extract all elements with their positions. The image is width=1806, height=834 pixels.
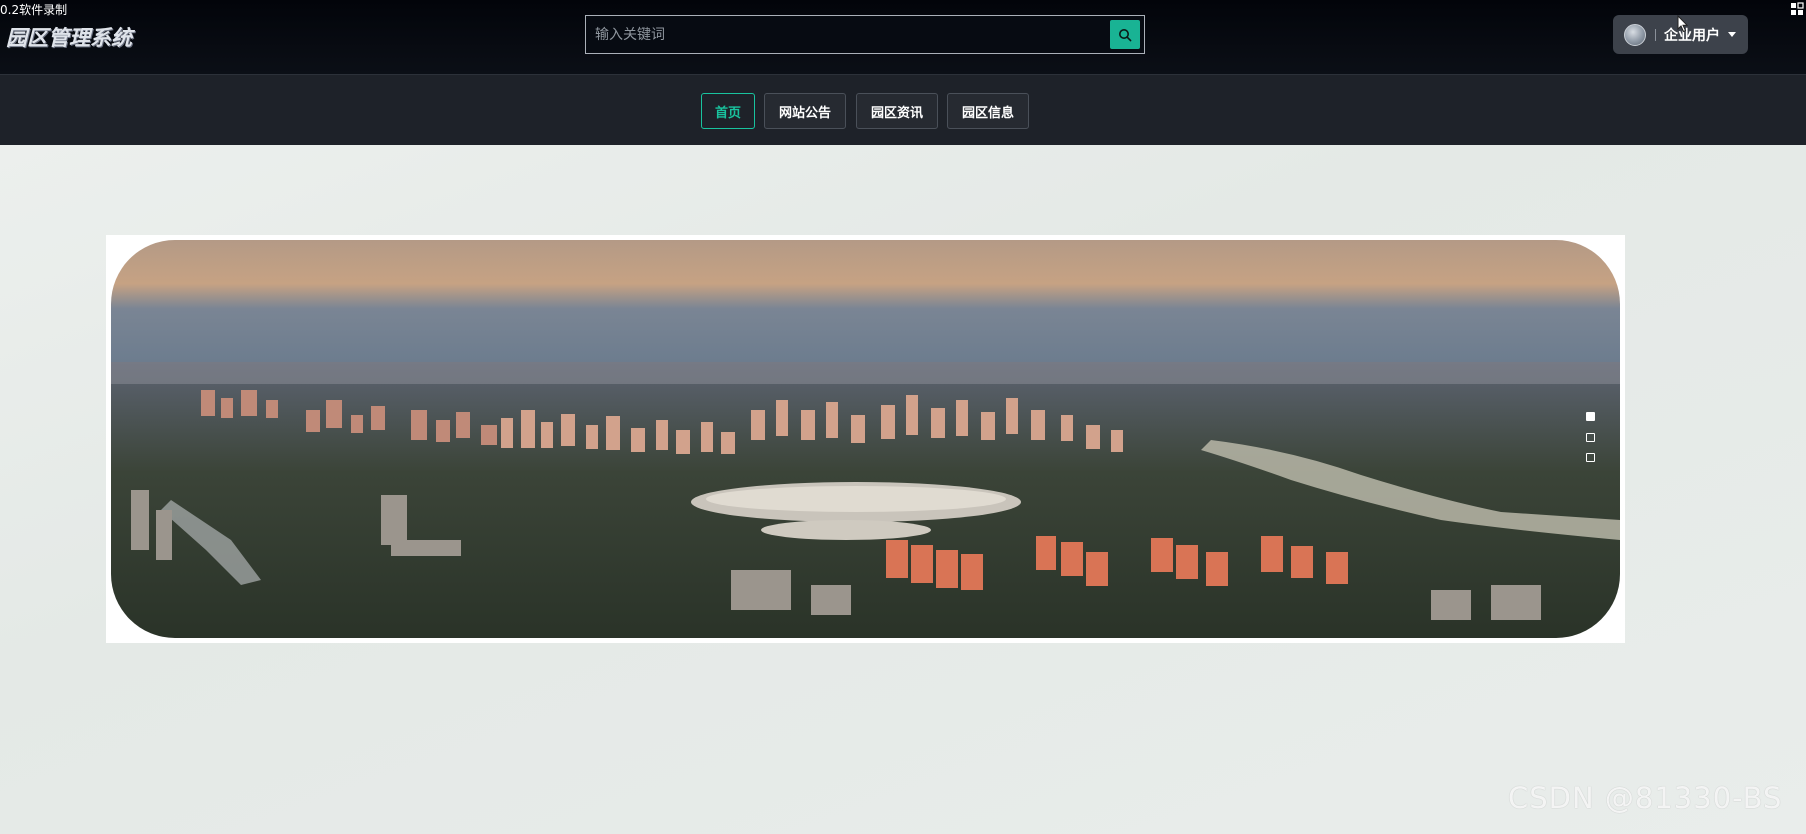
caret-down-icon — [1728, 32, 1736, 37]
fullscreen-icon[interactable] — [1790, 2, 1804, 16]
search-input[interactable] — [586, 16, 1106, 53]
carousel — [106, 235, 1625, 643]
site-logo[interactable]: 园区管理系统 — [6, 22, 132, 52]
nav-item-park-news[interactable]: 园区资讯 — [856, 93, 938, 129]
nav-item-home[interactable]: 首页 — [701, 93, 755, 129]
carousel-dot-2[interactable] — [1586, 433, 1595, 442]
carousel-dot-1[interactable] — [1586, 412, 1595, 421]
nav-item-park-info[interactable]: 园区信息 — [947, 93, 1029, 129]
avatar — [1624, 23, 1646, 46]
top-header: 0.2软件录制 园区管理系统 企业用户 — [0, 0, 1806, 74]
nav-item-announcements[interactable]: 网站公告 — [764, 93, 846, 129]
carousel-slide-image[interactable] — [111, 240, 1620, 638]
user-separator — [1655, 28, 1656, 41]
carousel-dot-3[interactable] — [1586, 453, 1595, 462]
user-name: 企业用户 — [1664, 27, 1720, 44]
search-icon — [1119, 28, 1132, 41]
watermark: CSDN @81330-BS — [1508, 781, 1783, 815]
mouse-cursor-icon — [1677, 15, 1689, 33]
main-nav: 首页 网站公告 园区资讯 园区信息 — [0, 74, 1806, 145]
recorder-label: 0.2软件录制 — [0, 3, 68, 17]
search-box — [585, 15, 1145, 54]
search-button[interactable] — [1110, 20, 1140, 49]
